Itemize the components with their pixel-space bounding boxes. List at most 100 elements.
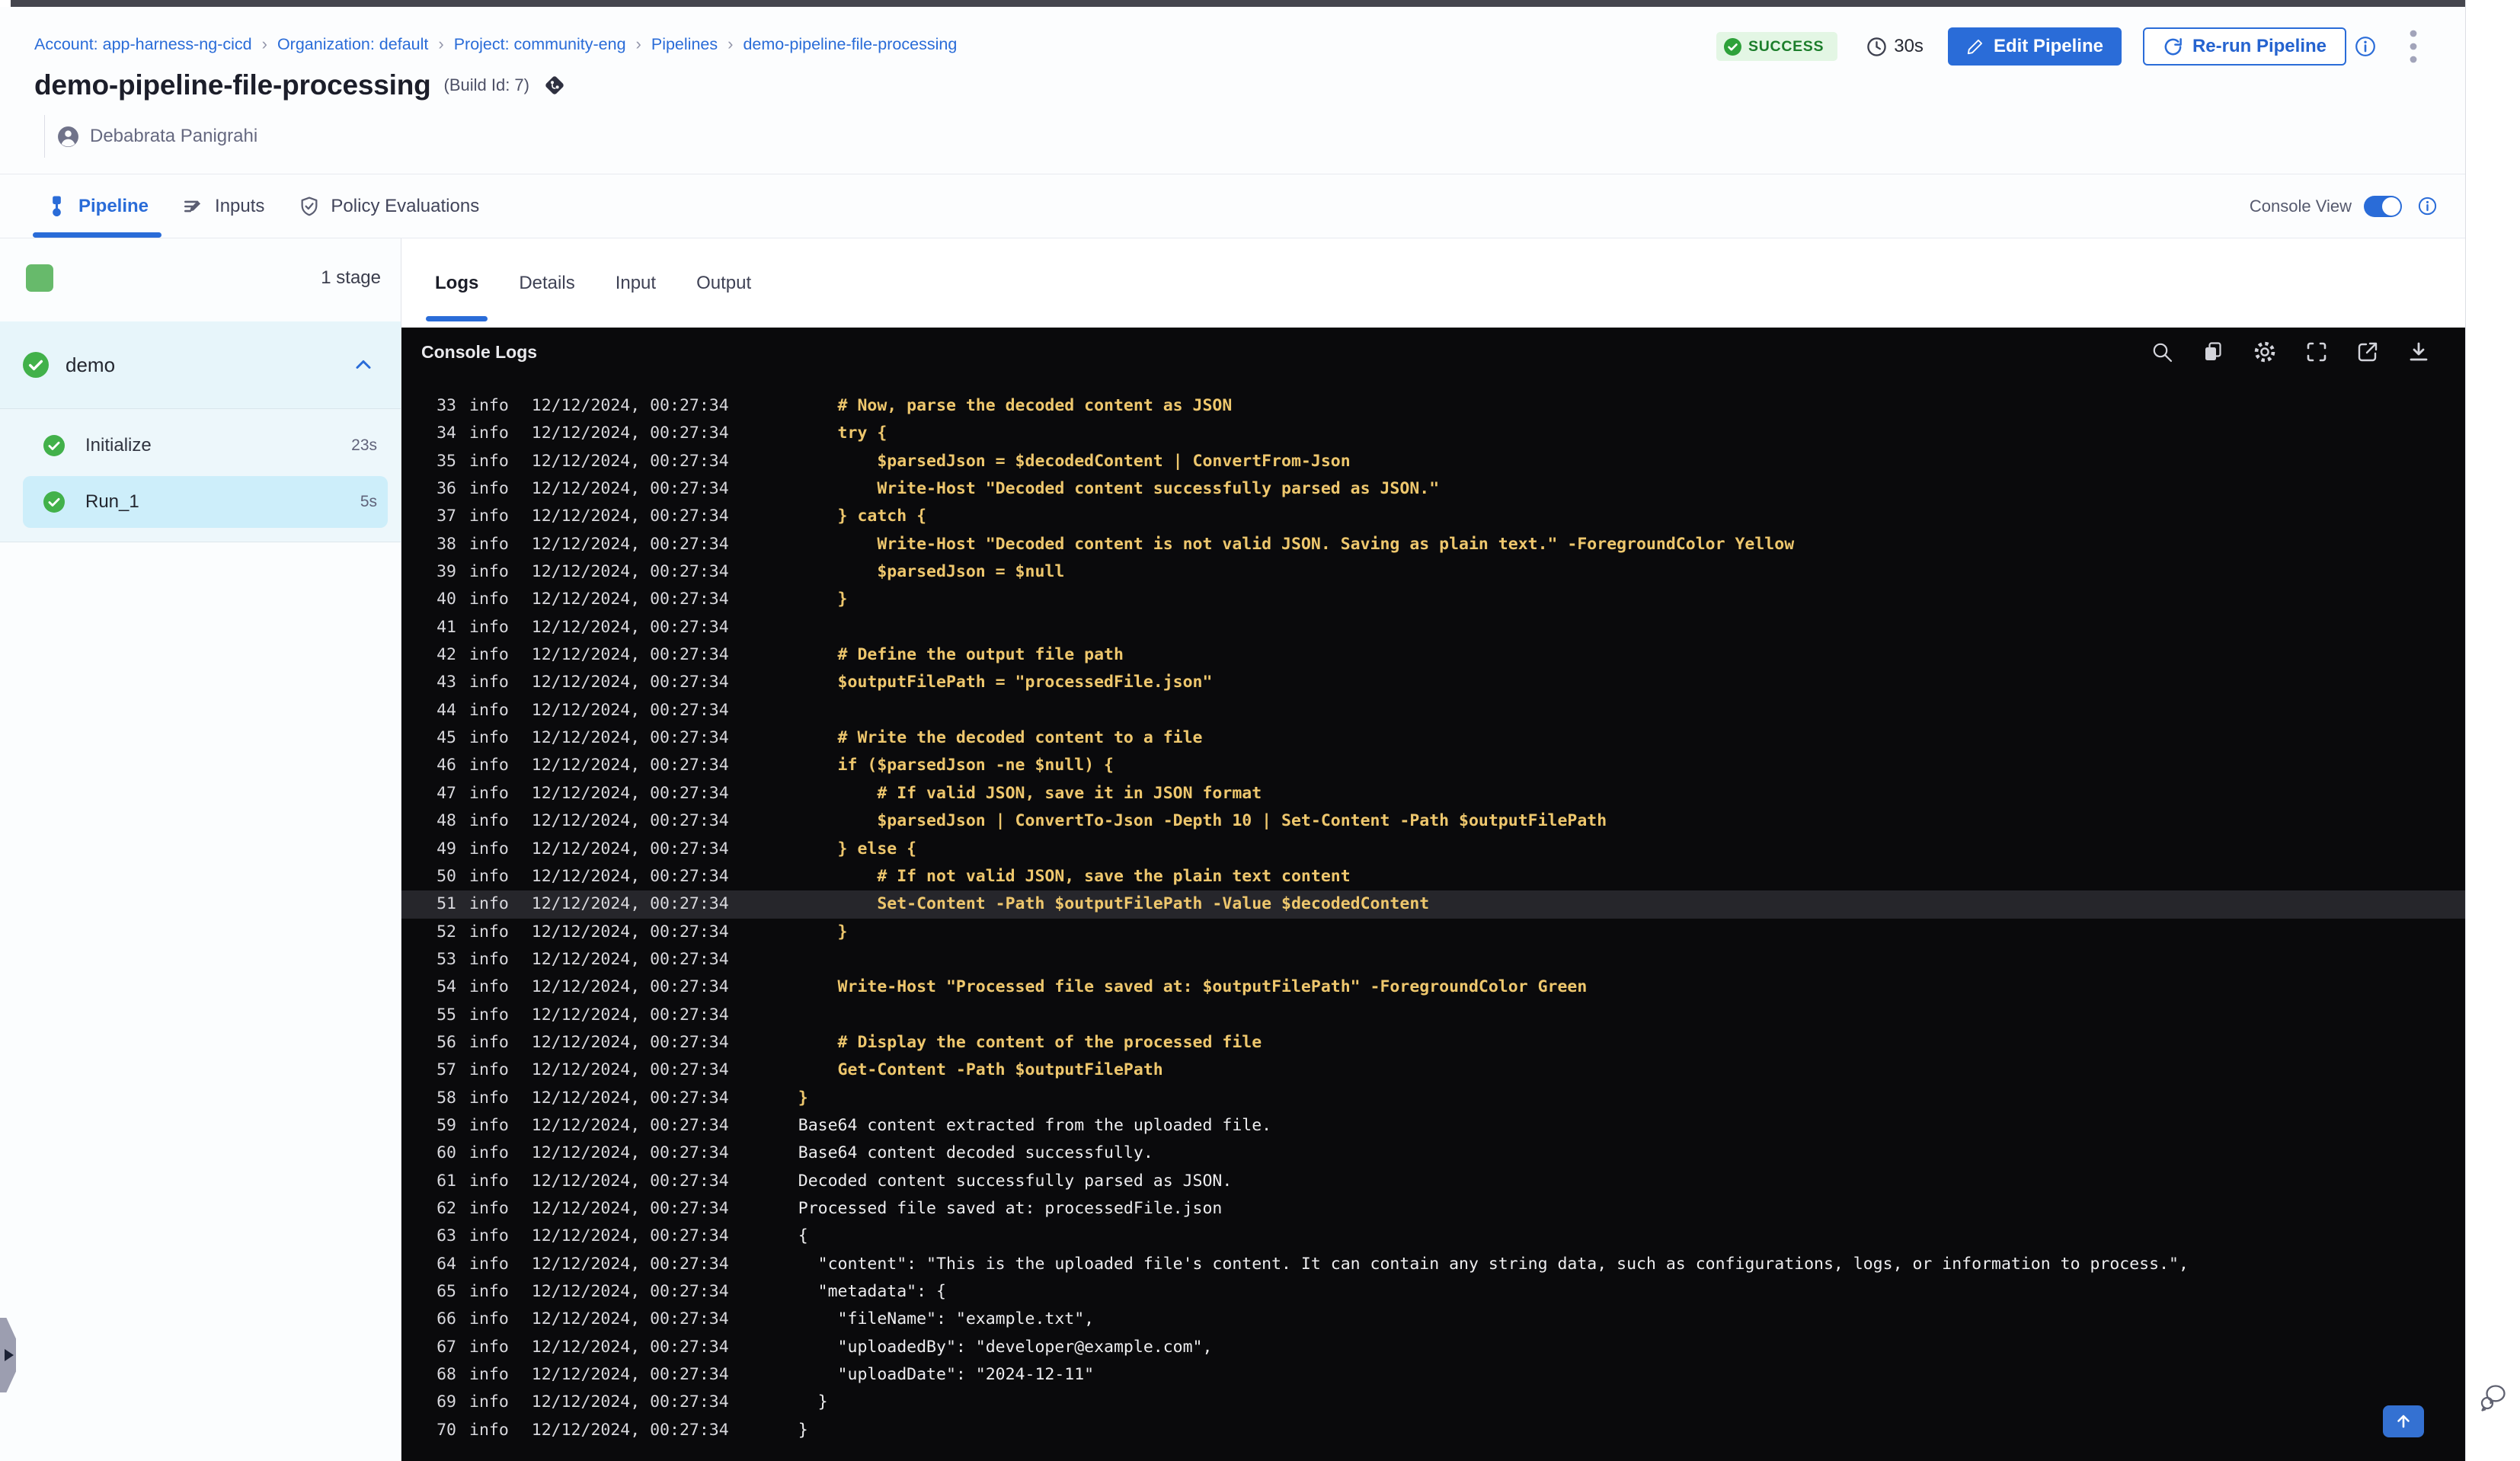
- log-line-number: 36: [437, 479, 456, 499]
- clock-icon: [1866, 37, 1887, 57]
- breadcrumb-link[interactable]: Organization: default: [277, 35, 428, 54]
- console-header: Console Logs: [401, 328, 2465, 376]
- breadcrumb-separator: ›: [728, 34, 734, 53]
- console-log-area[interactable]: 33 info 12/12/2024, 00:27:34 # Now, parse …: [401, 376, 2465, 1461]
- download-icon[interactable]: [2407, 340, 2430, 363]
- fullscreen-icon[interactable]: [2305, 340, 2328, 363]
- log-row: 36 info 12/12/2024, 00:27:34 Write-Host "D…: [401, 475, 2465, 503]
- main-tab-pipeline[interactable]: Pipeline: [33, 174, 162, 238]
- stage-count-label: 1 stage: [321, 267, 381, 288]
- log-row: 38 info 12/12/2024, 00:27:34 Write-Host "D…: [401, 531, 2465, 558]
- log-line-number: 44: [437, 700, 456, 720]
- log-row: 42 info 12/12/2024, 00:27:34 # Define the …: [401, 641, 2465, 669]
- log-row: 63 info 12/12/2024, 00:27:34 {: [401, 1223, 2465, 1250]
- log-line-number: 56: [437, 1032, 456, 1052]
- log-level: info: [469, 673, 509, 692]
- log-line-number: 66: [437, 1309, 456, 1329]
- log-row: 70 info 12/12/2024, 00:27:34}: [401, 1417, 2465, 1444]
- log-line-number: 58: [437, 1088, 456, 1108]
- log-line-number: 57: [437, 1060, 456, 1080]
- log-tab-output[interactable]: Output: [693, 238, 754, 328]
- arrow-up-icon: [2394, 1412, 2413, 1431]
- log-tab-logs[interactable]: Logs: [425, 238, 488, 328]
- log-message: } else {: [798, 839, 917, 858]
- log-message: try {: [798, 424, 887, 443]
- log-level: info: [469, 617, 509, 637]
- more-options-menu-icon[interactable]: [2409, 29, 2418, 64]
- log-timestamp: 12/12/2024, 00:27:34: [531, 1143, 729, 1163]
- step-row-run_1[interactable]: Run_1 5s: [23, 476, 388, 528]
- log-level: info: [469, 1032, 509, 1052]
- log-row: 56 info 12/12/2024, 00:27:34 # Display the…: [401, 1029, 2465, 1057]
- log-message: }: [798, 1088, 808, 1108]
- breadcrumb-link[interactable]: Project: community-eng: [454, 35, 626, 54]
- chevron-up-icon[interactable]: [353, 355, 373, 375]
- log-level: info: [469, 811, 509, 831]
- log-line-number: 39: [437, 562, 456, 582]
- copy-icon[interactable]: [2202, 340, 2224, 363]
- support-chat-icon[interactable]: [2478, 1382, 2509, 1412]
- status-badge: SUCCESS: [1716, 32, 1838, 61]
- log-timestamp: 12/12/2024, 00:27:34: [531, 1365, 729, 1385]
- breadcrumb: Account: app-harness-ng-cicd › Organizatio…: [34, 34, 957, 54]
- main-tab-inputs[interactable]: Inputs: [170, 174, 277, 238]
- breadcrumb-link[interactable]: demo-pipeline-file-processing: [743, 35, 957, 54]
- log-line-number: 35: [437, 451, 456, 471]
- log-timestamp: 12/12/2024, 00:27:34: [531, 728, 729, 748]
- console-toolbar: [2151, 340, 2430, 364]
- console-view-toggle[interactable]: [2364, 195, 2402, 217]
- main-tabs: Pipeline Inputs Policy Evaluations: [33, 174, 500, 238]
- log-timestamp: 12/12/2024, 00:27:34: [531, 1337, 729, 1357]
- stage-status-square[interactable]: [26, 264, 53, 292]
- log-message: if ($parsedJson -ne $null) {: [798, 756, 1114, 775]
- log-row: 65 info 12/12/2024, 00:27:34 "metadata": {: [401, 1278, 2465, 1306]
- log-timestamp: 12/12/2024, 00:27:34: [531, 562, 729, 582]
- log-row: 57 info 12/12/2024, 00:27:34 Get-Content -…: [401, 1057, 2465, 1084]
- trigger-user-row: Debabrata Panigrahi: [44, 115, 257, 158]
- breadcrumb-link[interactable]: Pipelines: [651, 35, 718, 54]
- open-in-new-icon[interactable]: [2356, 340, 2379, 363]
- log-timestamp: 12/12/2024, 00:27:34: [531, 1420, 729, 1440]
- log-row: 58 info 12/12/2024, 00:27:34}: [401, 1085, 2465, 1112]
- edit-pipeline-button[interactable]: Edit Pipeline: [1947, 27, 2122, 66]
- log-timestamp: 12/12/2024, 00:27:34: [531, 451, 729, 471]
- rerun-pipeline-button[interactable]: Re-run Pipeline: [2142, 27, 2346, 66]
- log-tab-details[interactable]: Details: [516, 238, 577, 328]
- title-row: demo-pipeline-file-processing (Build Id:…: [34, 69, 567, 101]
- main-tab-policy-evaluations[interactable]: Policy Evaluations: [286, 174, 492, 238]
- log-message: # If valid JSON, save it in JSON format: [798, 783, 1262, 803]
- console-view-info-icon[interactable]: [2417, 196, 2438, 216]
- inputs-icon: [183, 196, 204, 217]
- log-timestamp: 12/12/2024, 00:27:34: [531, 534, 729, 554]
- settings-icon[interactable]: [2253, 340, 2277, 364]
- rerun-pipeline-label: Re-run Pipeline: [2192, 36, 2327, 56]
- log-line-number: 52: [437, 922, 456, 941]
- log-line-number: 47: [437, 783, 456, 803]
- rerun-info-icon[interactable]: [2354, 35, 2377, 58]
- log-line-number: 48: [437, 811, 456, 831]
- stage-sidebar: 1 stage demo Initialize 23s Run_1 5s: [0, 238, 401, 1461]
- log-row: 60 info 12/12/2024, 00:27:34 Base64 content…: [401, 1140, 2465, 1167]
- log-row: 47 info 12/12/2024, 00:27:34 # If valid JS…: [401, 780, 2465, 807]
- search-icon[interactable]: [2151, 340, 2173, 363]
- log-timestamp: 12/12/2024, 00:27:34: [531, 507, 729, 526]
- stage-group-name: demo: [66, 353, 116, 376]
- log-row: 40 info 12/12/2024, 00:27:34 }: [401, 586, 2465, 613]
- log-level: info: [469, 866, 509, 886]
- stage-group-header-demo[interactable]: demo: [0, 321, 401, 408]
- log-level: info: [469, 977, 509, 997]
- scroll-to-top-button[interactable]: [2383, 1405, 2424, 1437]
- log-timestamp: 12/12/2024, 00:27:34: [531, 673, 729, 692]
- log-level: info: [469, 1365, 509, 1385]
- git-build-icon: [542, 73, 567, 98]
- log-tab-input[interactable]: Input: [612, 238, 659, 328]
- log-line-number: 62: [437, 1198, 456, 1218]
- log-line-number: 68: [437, 1365, 456, 1385]
- main-tab-label: Inputs: [215, 195, 265, 216]
- log-line-number: 43: [437, 673, 456, 692]
- log-row: 62 info 12/12/2024, 00:27:34 Processed file…: [401, 1195, 2465, 1223]
- log-row: 68 info 12/12/2024, 00:27:34 "uploadDate":…: [401, 1361, 2465, 1389]
- breadcrumb-link[interactable]: Account: app-harness-ng-cicd: [34, 35, 252, 54]
- step-row-initialize[interactable]: Initialize 23s: [23, 420, 388, 472]
- main-tab-label: Policy Evaluations: [331, 195, 480, 216]
